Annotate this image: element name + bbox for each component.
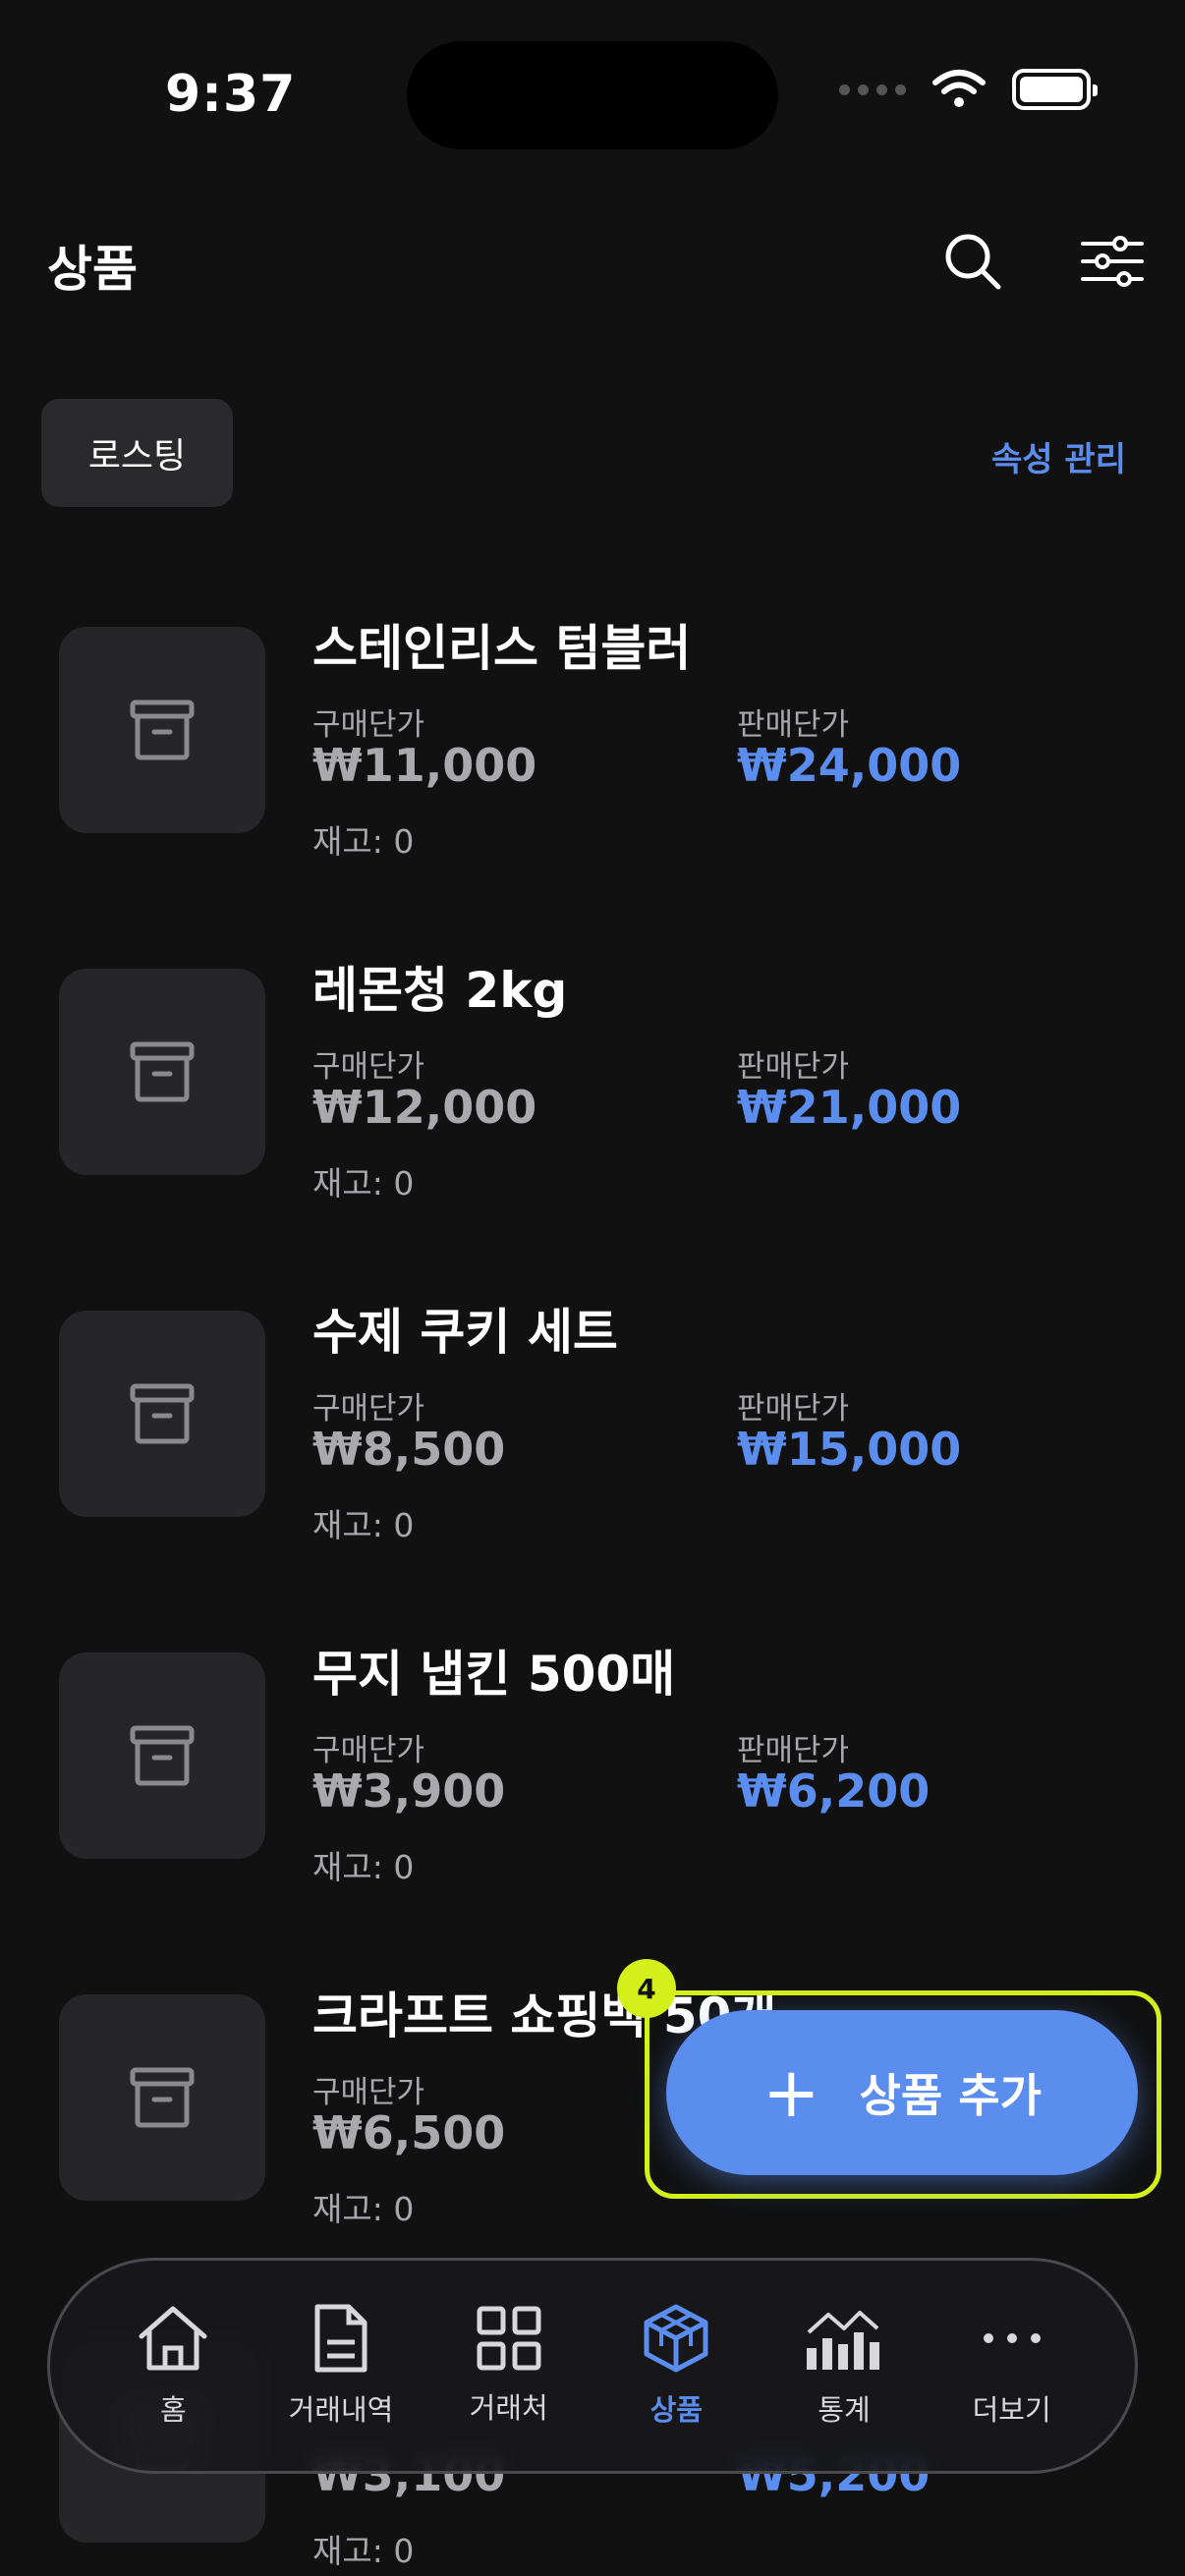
buy-price: ₩3,900 xyxy=(312,1764,506,1818)
product-item[interactable]: 스테인리스 텀블러 구매단가 판매단가 ₩11,000 ₩24,000 재고: … xyxy=(0,609,1185,943)
add-product-button[interactable]: + 상품 추가 xyxy=(666,2010,1138,2175)
sell-price: ₩15,000 xyxy=(737,1423,962,1476)
more-icon xyxy=(983,2333,1041,2343)
grid-icon xyxy=(477,2306,541,2371)
tab-clients[interactable]: 거래처 xyxy=(430,2305,588,2427)
product-name: 스테인리스 텀블러 xyxy=(312,620,692,677)
tab-label: 상품 xyxy=(649,2393,703,2427)
search-icon xyxy=(945,234,1001,290)
product-name: 레몬청 2kg xyxy=(312,962,568,1019)
chart-icon xyxy=(806,2311,879,2370)
sell-price: ₩21,000 xyxy=(737,1081,962,1134)
tab-products[interactable]: 상품 xyxy=(597,2303,755,2429)
stock-count: 재고: 0 xyxy=(312,1506,415,1544)
cellular-signal-icon xyxy=(839,84,906,95)
sell-price-label: 판매단가 xyxy=(737,1049,850,1085)
tab-transactions[interactable]: 거래내역 xyxy=(262,2303,420,2429)
home-icon xyxy=(139,2306,207,2371)
product-item[interactable]: 레몬청 2kg 구매단가 판매단가 ₩12,000 ₩21,000 재고: 0 xyxy=(0,951,1185,1285)
archive-box-icon xyxy=(130,1725,195,1786)
tab-home[interactable]: 홈 xyxy=(94,2303,252,2429)
sell-price-label: 판매단가 xyxy=(737,707,850,743)
tab-label: 홈 xyxy=(159,2393,187,2427)
stock-count: 재고: 0 xyxy=(312,1848,415,1886)
tab-label: 더보기 xyxy=(972,2393,1051,2427)
page-title: 상품 xyxy=(47,241,138,298)
product-item[interactable]: 무지 냅킨 500매 구매단가 판매단가 ₩3,900 ₩6,200 재고: 0 xyxy=(0,1635,1185,1969)
tab-statistics[interactable]: 통계 xyxy=(765,2303,923,2429)
plus-icon: + xyxy=(762,2052,820,2133)
buy-price: ₩11,000 xyxy=(312,739,537,792)
tab-label: 거래내역 xyxy=(288,2393,394,2427)
filter-button[interactable] xyxy=(1081,230,1144,293)
tab-label: 통계 xyxy=(818,2393,871,2427)
stock-count: 재고: 0 xyxy=(312,1164,415,1203)
bottom-tab-bar: 홈 거래내역 거래처 상품 통계 더보기 xyxy=(47,2258,1138,2474)
buy-price: ₩8,500 xyxy=(312,1423,506,1476)
step-badge: 4 xyxy=(617,1959,676,2018)
stock-count: 재고: 0 xyxy=(312,2190,415,2228)
stock-count: 재고: 0 xyxy=(312,2532,415,2570)
tab-label: 거래처 xyxy=(469,2391,548,2425)
product-thumbnail xyxy=(59,1652,265,1859)
archive-box-icon xyxy=(130,2067,195,2128)
add-product-label: 상품 추가 xyxy=(859,2069,1042,2122)
buy-price-label: 구매단가 xyxy=(312,707,425,743)
buy-price: ₩12,000 xyxy=(312,1081,537,1134)
sell-price: ₩6,200 xyxy=(737,1764,931,1818)
manage-attributes-link[interactable]: 속성 관리 xyxy=(991,432,1126,480)
status-indicators xyxy=(839,69,1098,110)
sell-price-label: 판매단가 xyxy=(737,1733,850,1768)
wifi-icon xyxy=(932,70,986,107)
stock-count: 재고: 0 xyxy=(312,822,415,861)
document-icon xyxy=(314,2304,367,2373)
product-thumbnail xyxy=(59,1994,265,2201)
buy-price-label: 구매단가 xyxy=(312,2075,425,2110)
archive-box-icon xyxy=(130,700,195,760)
buy-price-label: 구매단가 xyxy=(312,1733,425,1768)
buy-price-label: 구매단가 xyxy=(312,1391,425,1427)
buy-price: ₩6,500 xyxy=(312,2106,506,2159)
status-time: 9:37 xyxy=(165,65,297,124)
archive-box-icon xyxy=(130,1383,195,1444)
product-name: 수제 쿠키 세트 xyxy=(312,1304,618,1361)
product-name: 무지 냅킨 500매 xyxy=(312,1646,676,1703)
search-button[interactable] xyxy=(941,230,1004,293)
battery-icon xyxy=(1012,69,1098,110)
cube-icon xyxy=(644,2304,708,2373)
product-thumbnail xyxy=(59,627,265,833)
tab-more[interactable]: 더보기 xyxy=(933,2303,1091,2429)
product-thumbnail xyxy=(59,1311,265,1517)
products-screen: 9:37 상품 로스팅 속성 관리 스테인리스 텀블러 구매단가 판매단가 ₩1… xyxy=(0,0,1185,2576)
sliders-icon xyxy=(1081,236,1144,287)
dynamic-island xyxy=(407,41,778,149)
archive-box-icon xyxy=(130,1041,195,1102)
sell-price: ₩24,000 xyxy=(737,739,962,792)
product-thumbnail xyxy=(59,969,265,1175)
sell-price-label: 판매단가 xyxy=(737,1391,850,1427)
buy-price-label: 구매단가 xyxy=(312,1049,425,1085)
filter-chip[interactable]: 로스팅 xyxy=(41,399,233,507)
product-item[interactable]: 수제 쿠키 세트 구매단가 판매단가 ₩8,500 ₩15,000 재고: 0 xyxy=(0,1293,1185,1627)
